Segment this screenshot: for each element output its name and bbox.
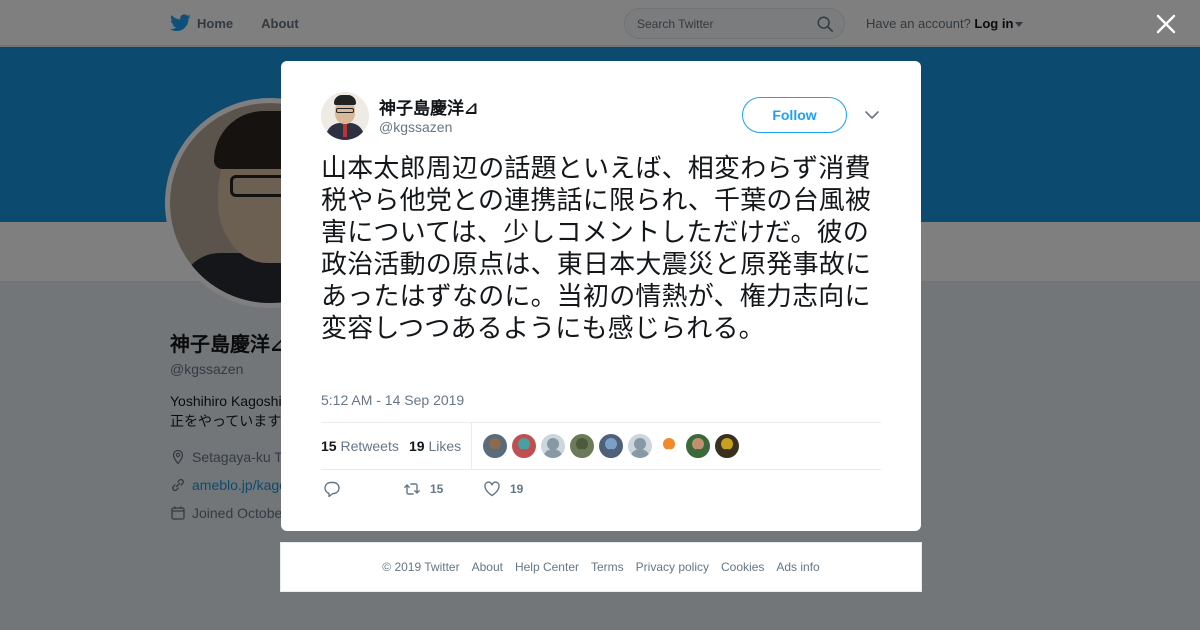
tweet-timestamp[interactable]: 5:12 AM - 14 Sep 2019: [321, 392, 464, 408]
footer-link[interactable]: About: [472, 560, 503, 574]
reply-icon: [324, 481, 340, 498]
stats-divider: [471, 423, 472, 469]
liker-avatar[interactable]: [628, 434, 652, 458]
reply-button[interactable]: [323, 480, 341, 498]
footer-link[interactable]: Cookies: [721, 560, 764, 574]
retweets-count: 15: [321, 438, 337, 454]
tweet-author-handle[interactable]: @kgssazen: [379, 119, 452, 135]
heart-icon: [484, 481, 500, 497]
chevron-down-icon[interactable]: [864, 108, 880, 122]
footer-link[interactable]: Help Center: [515, 560, 579, 574]
footer-link[interactable]: Ads info: [776, 560, 819, 574]
liker-avatar[interactable]: [483, 434, 507, 458]
tweet-modal: 神子島慶洋⊿ @kgssazen Follow 山本太郎周辺の話題といえば、相変…: [281, 61, 921, 531]
liker-avatar[interactable]: [599, 434, 623, 458]
liker-avatar[interactable]: [715, 434, 739, 458]
retweet-icon: [404, 483, 420, 495]
footer-link[interactable]: Terms: [591, 560, 624, 574]
like-count: 19: [510, 482, 524, 496]
likes-stat[interactable]: 19 Likes: [409, 438, 461, 454]
liker-avatar[interactable]: [541, 434, 565, 458]
retweet-button[interactable]: 15: [403, 480, 443, 498]
tweet-text: 山本太郎周辺の話題といえば、相変わらず消費税やら他党との連携話に限られ、千葉の台…: [321, 154, 872, 344]
liker-avatars: [483, 434, 744, 458]
footer-link[interactable]: © 2019 Twitter: [382, 560, 459, 574]
likes-label: Likes: [428, 438, 462, 454]
retweets-label: Retweets: [340, 438, 399, 454]
liker-avatar[interactable]: [657, 434, 681, 458]
footer-link[interactable]: Privacy policy: [636, 560, 709, 574]
liker-avatar[interactable]: [512, 434, 536, 458]
tweet-author-avatar[interactable]: [321, 92, 369, 140]
liker-avatar[interactable]: [570, 434, 594, 458]
likes-count: 19: [409, 438, 425, 454]
like-button[interactable]: 19: [483, 480, 523, 498]
retweet-count: 15: [430, 482, 444, 496]
tweet-author-name[interactable]: 神子島慶洋⊿: [379, 94, 478, 119]
close-icon[interactable]: [1154, 12, 1178, 36]
follow-button[interactable]: Follow: [742, 97, 847, 133]
footer-links: © 2019 Twitter About Help Center Terms Priva…: [280, 542, 922, 592]
liker-avatar[interactable]: [686, 434, 710, 458]
retweets-stat[interactable]: 15 Retweets: [321, 438, 399, 454]
tweet-stats: 15 Retweets 19 Likes: [321, 422, 881, 470]
